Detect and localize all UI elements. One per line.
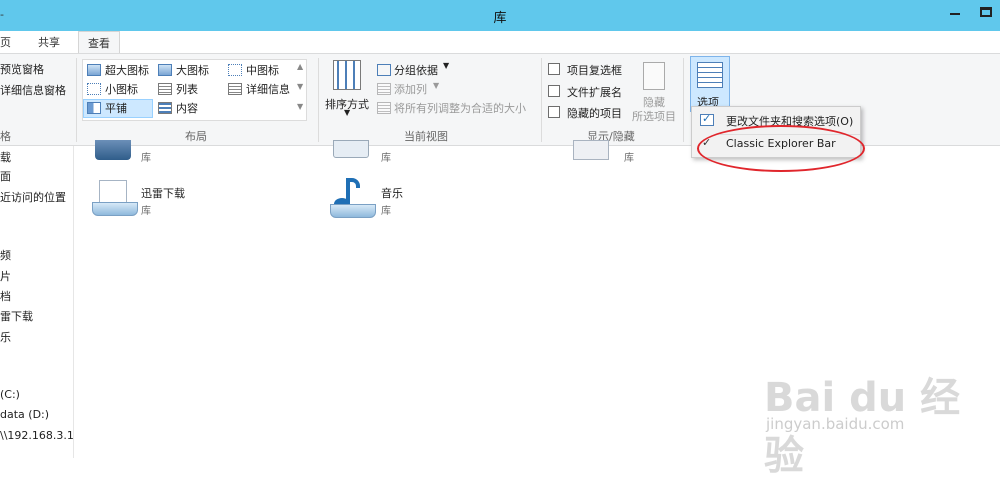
library-type: 库 [624,153,634,164]
highlight-ellipse [697,125,865,172]
add-column-icon [377,83,391,95]
music-library-tile[interactable] [330,176,376,220]
panes-group-label: 格 [0,130,11,143]
scroll-down-icon[interactable]: ▼ [297,82,303,91]
pictures-library-icon[interactable] [333,140,369,158]
item-checkboxes-checkbox[interactable] [548,63,560,75]
nav-item[interactable]: 载 [0,149,11,165]
details-pane-button[interactable]: 详细信息窗格 [0,82,66,98]
item-checkboxes-label[interactable]: 项目复选框 [567,62,622,78]
ribbon-separator [76,58,77,142]
nav-item-documents[interactable]: 档 [0,288,11,304]
extra-large-icons-icon [87,64,101,76]
tab-home[interactable]: 页 [0,34,11,50]
watermark-url: jingyan.baidu.com [766,415,905,433]
layout-details[interactable]: 详细信息 [246,81,290,97]
fit-columns-icon [377,102,391,114]
layout-tiles[interactable]: 平铺 [105,100,127,116]
nav-item-pictures[interactable]: 片 [0,268,11,284]
list-icon [158,83,172,95]
title-bar: - 库 [0,0,1000,31]
large-icons-icon [158,64,172,76]
nav-item-drive-d[interactable]: data (D:) [0,408,49,421]
layout-medium-icons[interactable]: 中图标 [246,62,279,78]
nav-item-drive-c[interactable]: (C:) [0,388,20,401]
current-view-group-label: 当前视图 [404,130,448,143]
ribbon-separator [683,58,684,142]
sort-by-icon [333,60,361,90]
window-title: 库 [493,11,507,26]
details-icon [228,83,242,95]
medium-icons-icon [228,64,242,76]
maximize-button[interactable] [980,7,992,17]
nav-item-videos[interactable]: 频 [0,247,11,263]
ribbon-separator [541,58,542,142]
hide-selected-icon [643,62,665,90]
library-shelf-icon [330,204,376,218]
documents-library-icon[interactable] [573,140,609,160]
hidden-items-checkbox[interactable] [548,106,560,118]
layout-list[interactable]: 列表 [176,81,198,97]
minimize-button[interactable] [950,13,960,15]
nav-item[interactable]: 面 [0,168,11,184]
nav-item-xunlei[interactable]: 雷下载 [0,308,33,324]
music-note-flag [350,178,360,188]
preview-pane-button[interactable]: 预览窗格 [0,61,44,77]
xunlei-library-tile[interactable] [92,178,138,220]
layout-group-label: 布局 [185,130,207,143]
library-type: 库 [381,153,391,164]
hidden-items-label[interactable]: 隐藏的项目 [567,105,622,121]
library-name[interactable]: 迅雷下载 [141,185,185,201]
navigation-pane: 载 面 近访问的位置 频 片 档 雷下载 乐 (C:) data (D:) \\… [0,146,74,458]
library-type: 库 [141,153,151,164]
hide-selected-line2[interactable]: 所选项目 [632,108,676,124]
small-icons-icon [87,83,101,95]
tab-share[interactable]: 共享 [38,34,60,50]
layout-content[interactable]: 内容 [176,100,198,116]
tab-view[interactable]: 查看 [78,31,120,53]
library-shelf-icon [92,202,138,216]
sort-dropdown-icon: ▼ [344,108,351,117]
scroll-up-icon[interactable]: ▲ [297,62,303,71]
ribbon-separator [318,58,319,142]
nav-item-network-share[interactable]: \\192.168.3.10 [0,429,73,442]
add-column-button[interactable]: 添加列 [394,81,427,97]
expand-gallery-icon[interactable]: ▼ [297,102,303,111]
library-type: 库 [141,206,151,217]
fit-columns-button[interactable]: 将所有列调整为合适的大小 [394,100,526,116]
options-button[interactable]: 选项 [690,56,730,112]
library-type: 库 [381,206,391,217]
content-area: 库 库 库 迅雷下载 库 音乐 库 Bai du 经验 jingyan.baid… [75,140,1000,479]
tiles-icon [87,102,101,114]
content-icon [158,102,172,114]
layout-large-icons[interactable]: 大图标 [176,62,209,78]
folder-options-icon: ✓ [700,112,714,126]
group-by-dropdown-icon: ▼ [443,61,450,70]
videos-library-icon[interactable] [95,140,131,160]
layout-small-icons[interactable]: 小图标 [105,81,138,97]
layout-extra-large-icons[interactable]: 超大图标 [105,62,149,78]
nav-item-music[interactable]: 乐 [0,329,11,345]
library-name[interactable]: 音乐 [381,185,403,201]
options-icon [697,62,723,88]
group-by-icon [377,64,391,76]
file-extensions-checkbox[interactable] [548,85,560,97]
add-column-dropdown-icon: ▼ [433,81,440,90]
layout-gallery-scroll[interactable]: ▲ ▼ ▼ [297,60,306,120]
nav-item-recent-places[interactable]: 近访问的位置 [0,189,66,205]
group-by-button[interactable]: 分组依据 [394,62,438,78]
file-extensions-label[interactable]: 文件扩展名 [567,84,622,100]
ribbon-tabs: 页 共享 查看 [0,31,1000,53]
